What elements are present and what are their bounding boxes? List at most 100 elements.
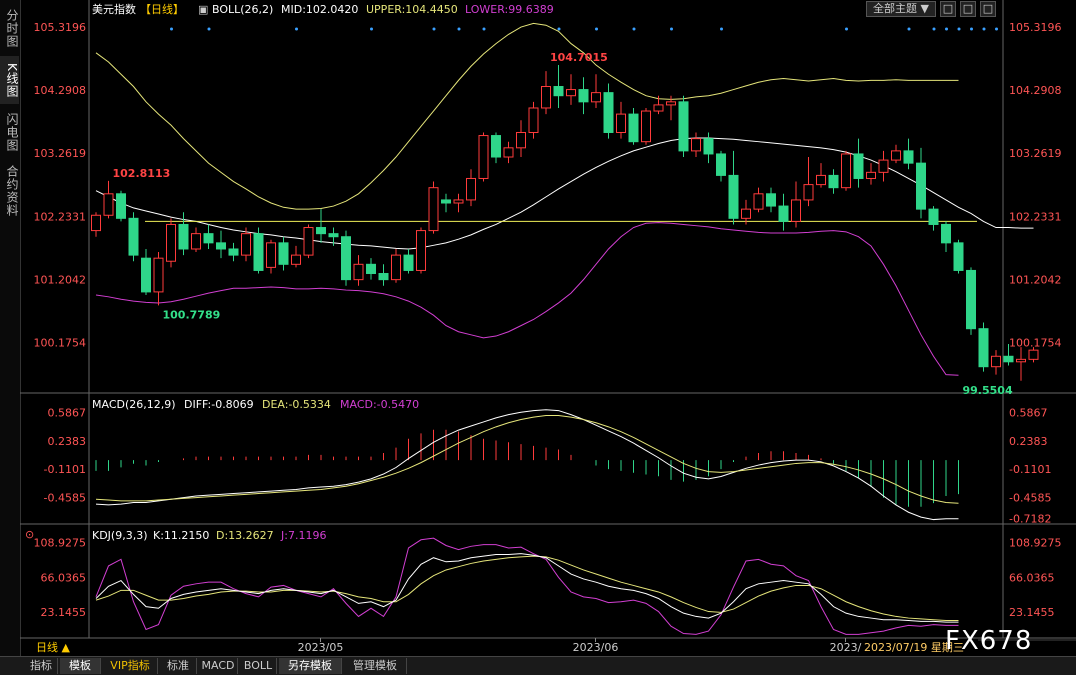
price-tick-label-left: 105.3196 <box>34 21 87 34</box>
candle-down <box>728 174 739 219</box>
candle-down <box>716 153 726 176</box>
macd-current-label: -0.7182 <box>1009 513 1051 526</box>
candle-up <box>891 150 901 161</box>
bottom-tab-standard[interactable]: 标准 <box>160 658 197 674</box>
kdj-lines <box>95 537 959 635</box>
kdj-k-line <box>95 553 959 623</box>
event-dots <box>170 27 998 31</box>
bottom-tab-save-template[interactable]: 另存模板 <box>279 658 342 674</box>
candle-up <box>841 153 851 189</box>
candle-down <box>778 205 789 222</box>
macd-tick-label-left: 0.2383 <box>48 435 87 448</box>
candle-up <box>391 254 401 281</box>
candle-down <box>916 162 926 210</box>
candle-down <box>216 242 226 250</box>
price-tick-label-left: 101.2042 <box>34 273 87 286</box>
candle-up <box>541 86 551 109</box>
date-axis: 2023/05 2023/06 2023/ <box>298 638 862 654</box>
candle-up <box>103 193 114 216</box>
event-dot <box>945 27 948 31</box>
candle-up <box>291 254 301 265</box>
macd-indicator-label: MACD(26,12,9) <box>92 398 176 411</box>
candle-up <box>791 199 801 222</box>
bottom-tab-bar: 指标 模板 VIP指标 标准 MACD BOLL 另存模板 管理模板 <box>0 656 1076 675</box>
candle-up <box>266 242 276 268</box>
boll-indicator-label: BOLL(26,2) <box>212 3 273 16</box>
event-dot <box>720 27 723 31</box>
candle-down <box>703 138 714 155</box>
macd-dea-value: DEA:-0.5334 <box>262 398 331 411</box>
candle-up <box>191 233 201 250</box>
bottom-tab-template[interactable]: 模板 <box>60 658 101 674</box>
kdj-y-axis: 108.9275 108.9275 66.0365 66.0365 23.1455 23.… <box>34 536 1062 619</box>
candle-up <box>91 214 101 232</box>
boll-indicator-icon[interactable]: ▣ <box>198 3 208 16</box>
macd-diff-value: DIFF:-0.8069 <box>184 398 254 411</box>
candle-down <box>678 101 689 152</box>
candle-down <box>853 153 864 179</box>
candle-down <box>403 254 414 271</box>
kdj-tick-label-right: 66.0365 <box>1009 571 1055 584</box>
kdj-j-value: J:7.1196 <box>280 529 326 542</box>
event-dot <box>957 27 961 31</box>
event-dot <box>557 27 561 31</box>
price-annotation: 102.8113 <box>113 167 171 180</box>
bottom-tab-indicator[interactable]: 指标 <box>25 658 58 674</box>
candle-down <box>278 242 289 265</box>
bottom-tab-boll[interactable]: BOLL <box>240 658 277 674</box>
price-y-axis: 105.3196 105.3196 104.2908 104.2908 103.2619… <box>34 21 1062 349</box>
macd-macd-value: MACD:-0.5470 <box>340 398 419 411</box>
candle-down <box>116 193 126 219</box>
boll-lines <box>95 22 1034 376</box>
price-tick-label-right: 104.2908 <box>1009 84 1062 97</box>
price-tick-label-left: 103.2619 <box>34 147 87 160</box>
candle-up <box>416 230 426 271</box>
candle-up <box>816 174 826 186</box>
macd-tick-label-left: 0.5867 <box>48 406 87 419</box>
event-dot <box>432 27 436 31</box>
price-tick-label-left: 102.2331 <box>34 210 87 223</box>
watermark: FX678 <box>945 626 1032 656</box>
kdj-tick-label-left: 108.9275 <box>34 536 87 549</box>
bottom-tab-vip-indicator[interactable]: VIP指标 <box>103 658 158 674</box>
candle-down <box>1003 355 1014 363</box>
event-dot <box>295 27 298 31</box>
candle-up <box>753 193 764 210</box>
event-dot <box>207 27 211 31</box>
bottom-tab-manage-template[interactable]: 管理模板 <box>344 658 407 674</box>
candle-down <box>941 223 951 244</box>
candle-up <box>528 107 539 133</box>
kdj-k-value: K:11.2150 <box>153 529 209 542</box>
price-annotation: 99.5504 <box>963 384 1013 397</box>
event-dot <box>170 27 173 31</box>
candle-up <box>666 101 676 106</box>
event-dot <box>907 27 911 31</box>
price-tick-label-right: 103.2619 <box>1009 147 1062 160</box>
candlestick-series <box>91 65 1039 381</box>
event-dot <box>932 27 936 31</box>
kdj-tick-label-left: 23.1455 <box>41 606 87 619</box>
price-tick-label-right: 105.3196 <box>1009 21 1062 34</box>
x-tick-label: 2023/ <box>830 641 862 654</box>
candle-up <box>466 177 476 201</box>
event-dot <box>670 27 673 31</box>
candle-up <box>428 187 439 232</box>
bottom-tab-macd[interactable]: MACD <box>199 658 238 674</box>
candle-down <box>828 174 839 189</box>
candle-up <box>866 171 876 179</box>
candle-down <box>953 242 964 271</box>
candle-down <box>441 199 451 204</box>
boll-lower-value: LOWER:99.6389 <box>465 3 554 16</box>
macd-histogram <box>95 429 959 507</box>
boll-upper-value: UPPER:104.4450 <box>366 3 458 16</box>
candle-down <box>378 273 389 281</box>
period-selector[interactable]: 日线 ▲ <box>36 640 70 654</box>
candle-up <box>641 110 651 143</box>
macd-tick-label-left: -0.4585 <box>44 491 86 504</box>
candle-down <box>628 113 639 143</box>
candle-down <box>128 217 139 256</box>
price-tick-label-left: 100.1754 <box>34 336 87 349</box>
candle-up <box>616 113 626 133</box>
price-tick-label-right: 101.2042 <box>1009 273 1062 286</box>
candle-down <box>253 233 264 271</box>
